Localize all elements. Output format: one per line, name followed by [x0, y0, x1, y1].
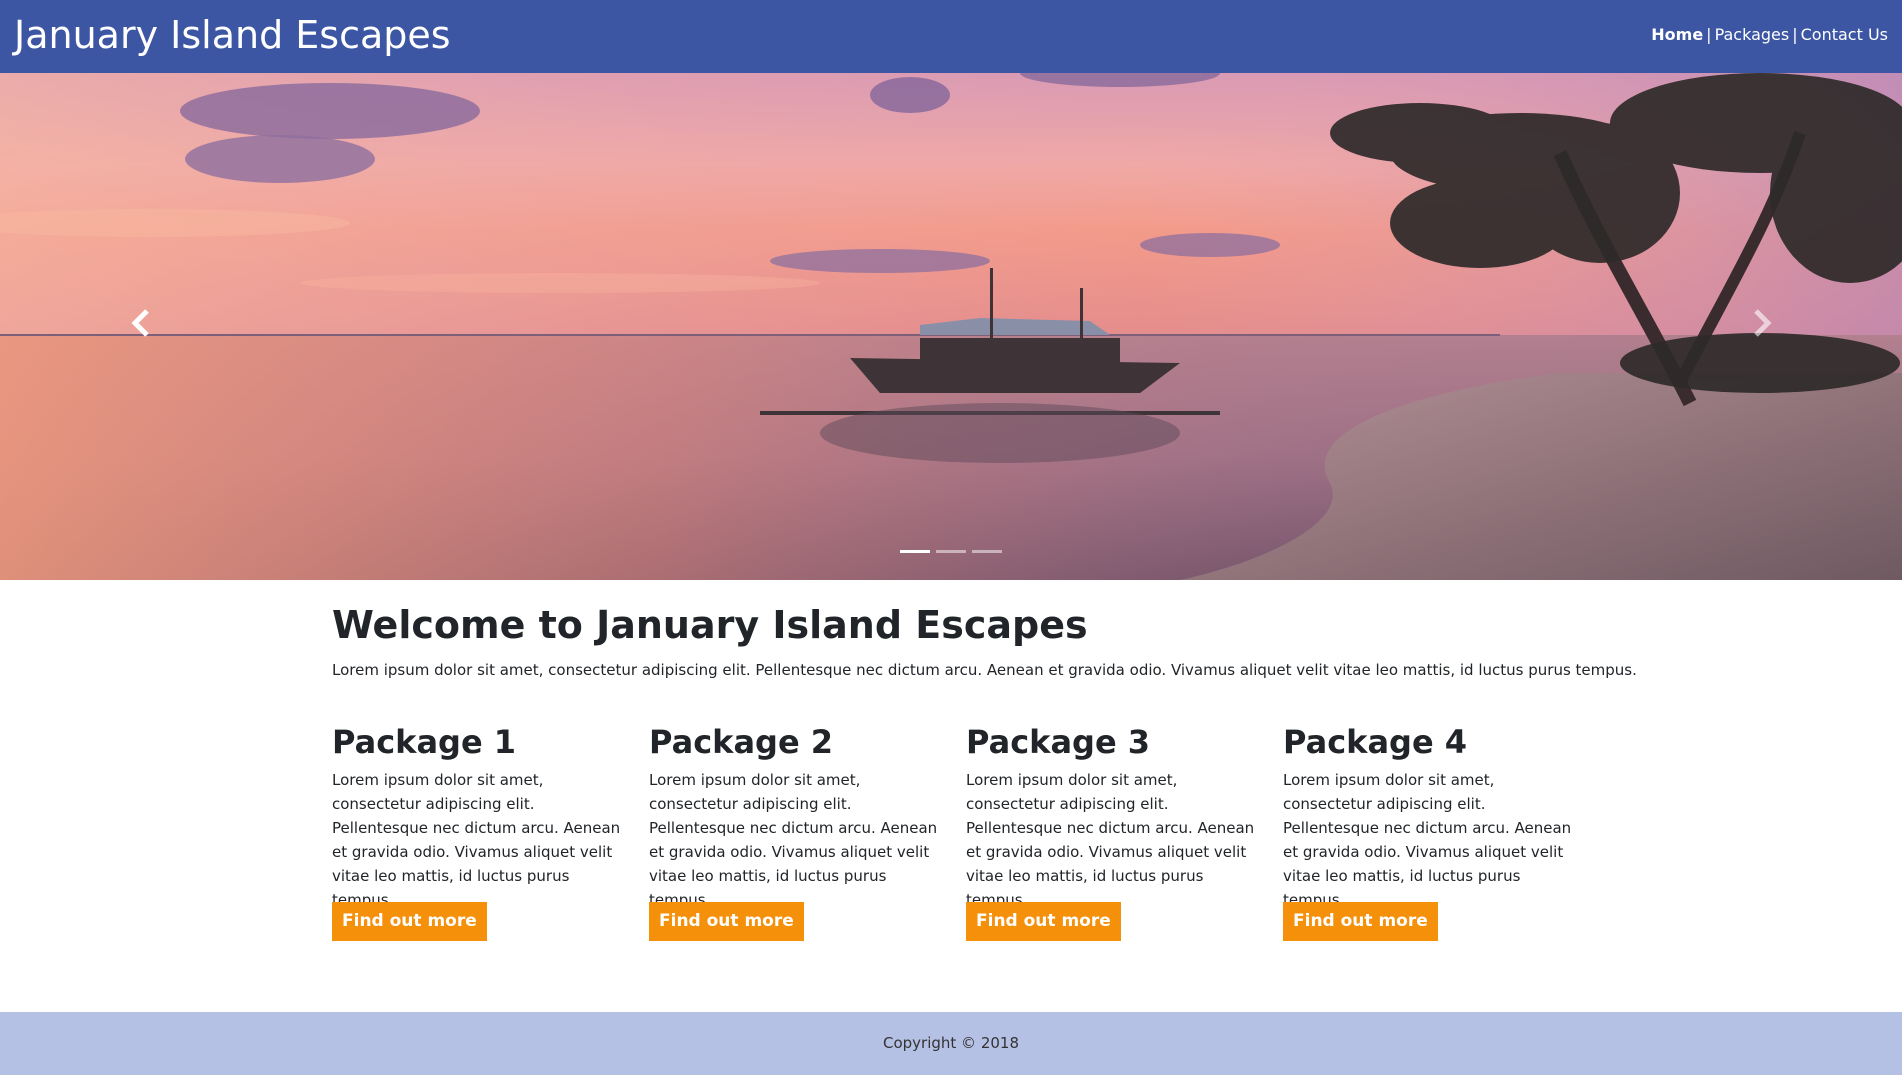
find-out-more-button[interactable]: Find out more — [332, 902, 487, 941]
nav-link-home[interactable]: Home — [1651, 25, 1703, 44]
package-title: Package 2 — [649, 723, 834, 761]
chevron-left-icon — [131, 309, 149, 337]
carousel-indicator[interactable] — [900, 550, 930, 553]
carousel-indicator[interactable] — [972, 550, 1002, 553]
nav-link-contact-us[interactable]: Contact Us — [1801, 25, 1888, 44]
package-description: Lorem ipsum dolor sit amet, consectetur … — [1283, 771, 1572, 909]
package-title: Package 1 — [332, 723, 517, 761]
package-description: Lorem ipsum dolor sit amet, consectetur … — [649, 771, 938, 909]
welcome-text: Lorem ipsum dolor sit amet, consectetur … — [332, 661, 1637, 679]
carousel-prev-button[interactable] — [113, 293, 173, 353]
find-out-more-button[interactable]: Find out more — [649, 902, 804, 941]
nav-separator: | — [1706, 25, 1712, 44]
package-description: Lorem ipsum dolor sit amet, consectetur … — [332, 771, 621, 909]
main-nav: Home | Packages | Contact Us — [1651, 24, 1888, 46]
site-brand[interactable]: January Island Escapes — [14, 12, 451, 58]
find-out-more-button[interactable]: Find out more — [1283, 902, 1438, 941]
nav-link-packages[interactable]: Packages — [1715, 25, 1790, 44]
copyright-text: Copyright © 2018 — [882, 1034, 1019, 1052]
site-footer: Copyright © 2018 — [0, 1012, 1902, 1075]
site-header: January Island Escapes Home | Packages | Con… — [0, 0, 1902, 73]
hero-carousel — [0, 73, 1902, 580]
carousel-indicator[interactable] — [936, 550, 966, 553]
chevron-right-icon — [1754, 309, 1772, 337]
hero-image-sunset-beach — [0, 73, 1902, 580]
nav-separator: | — [1792, 25, 1798, 44]
package-title: Package 4 — [1283, 723, 1468, 761]
carousel-next-button[interactable] — [1730, 293, 1790, 353]
package-title: Package 3 — [966, 723, 1151, 761]
package-description: Lorem ipsum dolor sit amet, consectetur … — [966, 771, 1255, 909]
welcome-title: Welcome to January Island Escapes — [332, 603, 1088, 647]
find-out-more-button[interactable]: Find out more — [966, 902, 1121, 941]
